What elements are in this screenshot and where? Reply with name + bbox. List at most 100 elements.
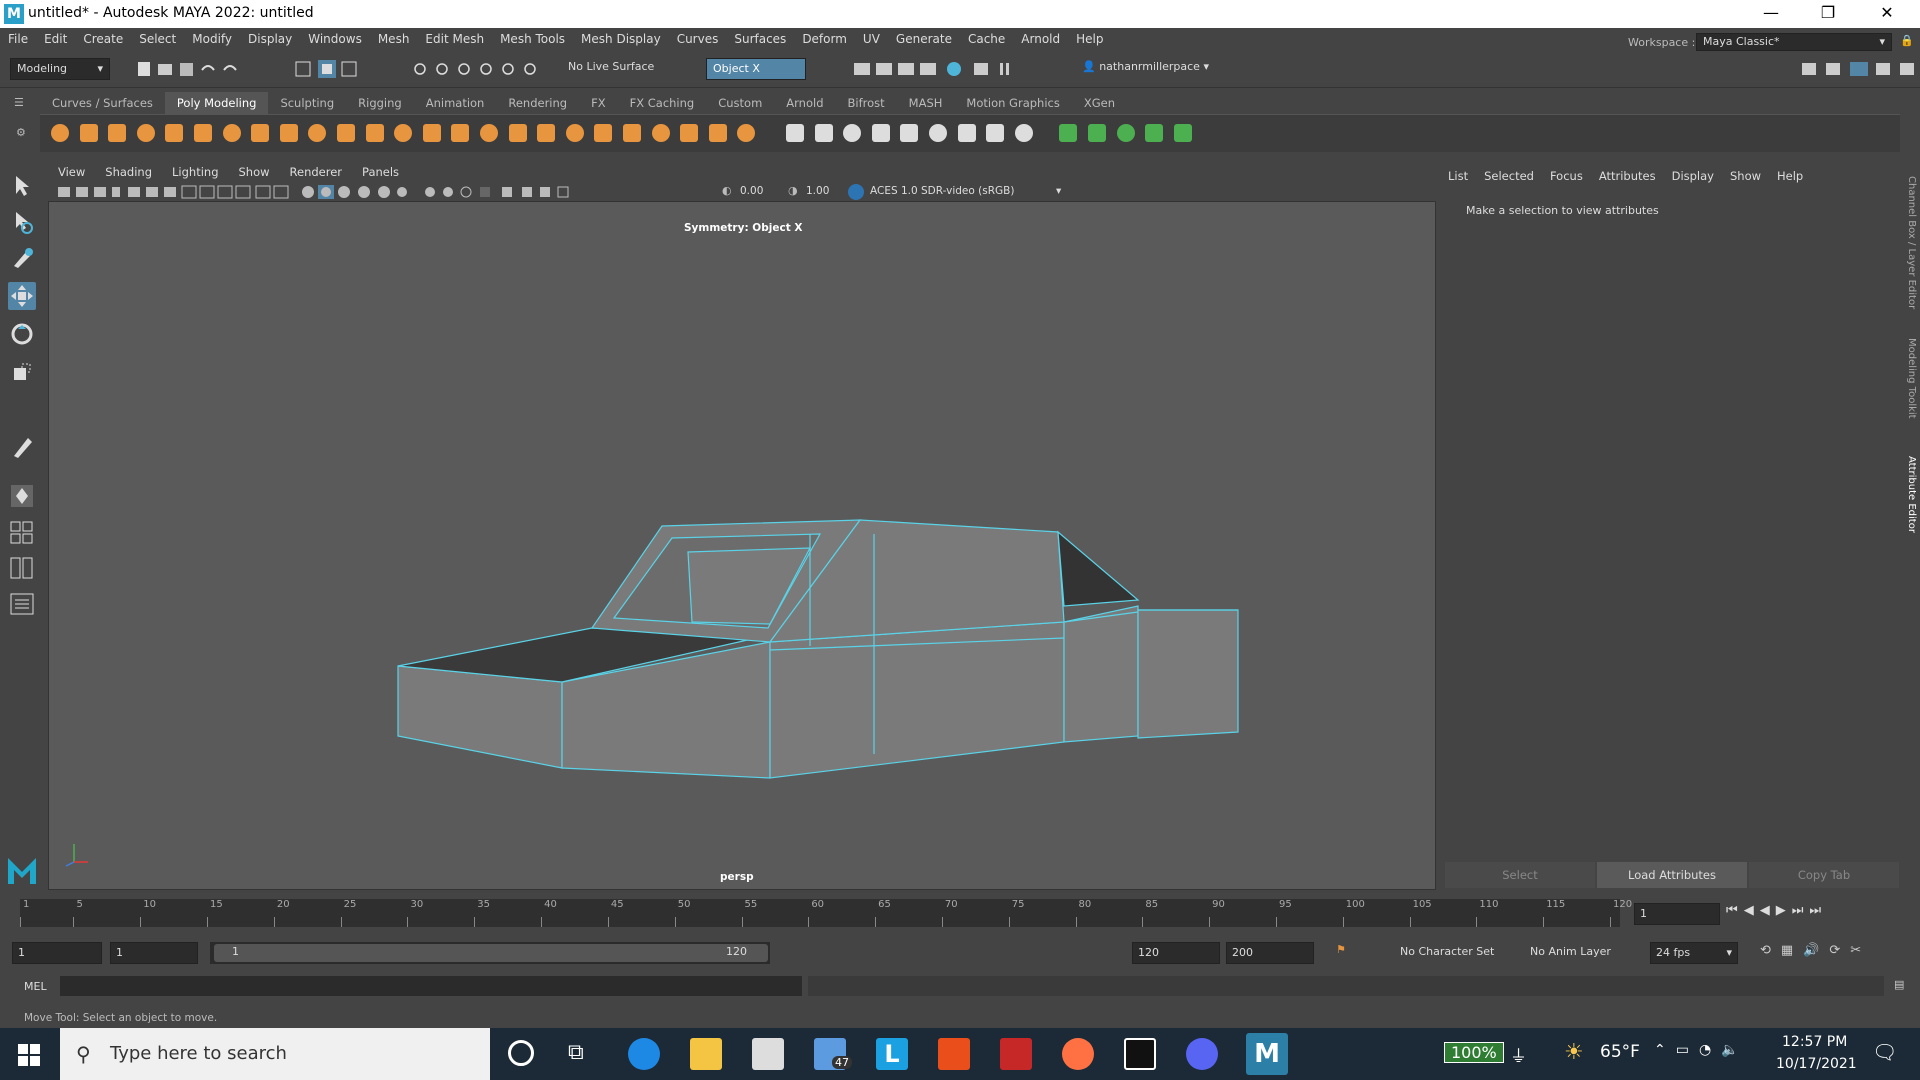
paint-select-tool-icon[interactable] <box>8 244 36 272</box>
cube-icon[interactable] <box>77 121 101 145</box>
attr-menu-show[interactable]: Show <box>1722 169 1769 183</box>
cylinder-icon[interactable] <box>105 121 129 145</box>
viewport-menu-renderer[interactable]: Renderer <box>280 165 353 179</box>
mesh-rear-side[interactable] <box>1063 605 1139 743</box>
fps-dropdown[interactable]: 24 fps ▾ <box>1650 942 1738 964</box>
weather-icon[interactable]: ☀ <box>1564 1040 1584 1065</box>
unity-icon[interactable] <box>1124 1038 1156 1070</box>
attr-menu-focus[interactable]: Focus <box>1542 169 1591 183</box>
shelf-tab-poly-modeling[interactable]: Poly Modeling <box>164 92 269 114</box>
uv-unfold-icon[interactable] <box>1085 121 1109 145</box>
cone-icon[interactable] <box>134 121 158 145</box>
last-tool-icon[interactable] <box>8 432 36 460</box>
pipe-icon[interactable] <box>363 121 387 145</box>
range-bar[interactable]: 1 120 <box>210 942 770 964</box>
playback-end-field[interactable]: 120 <box>1132 942 1220 964</box>
snap-tools-group[interactable] <box>412 60 562 78</box>
superellipse-icon[interactable] <box>277 121 301 145</box>
modeling-toolkit-tab[interactable]: Modeling Toolkit <box>1906 338 1917 419</box>
character-set-dropdown[interactable]: No Character Set <box>1400 945 1494 958</box>
taskbar-search[interactable]: ⚲ Type here to search <box>60 1028 490 1080</box>
gear-icon[interactable] <box>391 121 415 145</box>
mcafee-icon[interactable] <box>1000 1038 1032 1070</box>
windows-start-icon[interactable] <box>18 1044 40 1066</box>
viewport-menu-panels[interactable]: Panels <box>352 165 409 179</box>
exposure-icon[interactable]: ◐ <box>722 184 732 197</box>
lightshot-icon[interactable]: L <box>876 1038 908 1070</box>
clock-date[interactable]: 10/17/2021 <box>1776 1056 1857 1072</box>
shelf-menu-icon[interactable]: ☰ <box>14 96 24 109</box>
plane-icon[interactable] <box>191 121 215 145</box>
selection-mask-group[interactable] <box>294 58 364 80</box>
circularize-icon[interactable] <box>983 121 1007 145</box>
helix-icon[interactable] <box>420 121 444 145</box>
auto-key-icon[interactable]: ⚑ <box>1336 943 1346 956</box>
mail-icon[interactable]: 47 <box>814 1038 852 1070</box>
viewport-menu-view[interactable]: View <box>48 165 95 179</box>
viewport-tool-icons[interactable] <box>58 184 698 200</box>
viewport-menu-show[interactable]: Show <box>229 165 280 179</box>
shelf-tab-custom[interactable]: Custom <box>706 92 774 114</box>
maya-home-icon[interactable] <box>4 852 40 888</box>
shelf-tab-motion-graphics[interactable]: Motion Graphics <box>954 92 1071 114</box>
menu-mesh[interactable]: Mesh <box>370 32 418 46</box>
task-view-icon[interactable]: ⧉ <box>568 1040 584 1065</box>
menu-file[interactable]: File <box>0 32 36 46</box>
menu-create[interactable]: Create <box>75 32 131 46</box>
menu-display[interactable]: Display <box>240 32 300 46</box>
rotate-tool-icon[interactable] <box>8 320 36 348</box>
scale-tool-icon[interactable] <box>8 358 36 386</box>
mirror-icon[interactable] <box>591 121 615 145</box>
minimize-icon[interactable]: — <box>1756 3 1786 22</box>
file-explorer-icon[interactable] <box>690 1038 722 1070</box>
workspace-dropdown[interactable]: Maya Classic* ▾ <box>1696 33 1892 51</box>
animation-start-field[interactable]: 1 <box>12 942 102 964</box>
move-tool-icon[interactable] <box>8 282 36 310</box>
power-plug-icon[interactable]: ⏚ <box>1510 1042 1527 1067</box>
menu-modify[interactable]: Modify <box>184 32 240 46</box>
store-icon[interactable] <box>752 1038 784 1070</box>
shelf-tab-mash[interactable]: MASH <box>897 92 955 114</box>
shelf-tab-arnold[interactable]: Arnold <box>774 92 835 114</box>
uv-auto-icon[interactable] <box>1171 121 1195 145</box>
menu-mesh-tools[interactable]: Mesh Tools <box>492 32 573 46</box>
bridge-icon[interactable] <box>649 121 673 145</box>
menu-deform[interactable]: Deform <box>794 32 855 46</box>
layout-two-pane-icon[interactable] <box>8 554 36 582</box>
system-tray-icons[interactable]: ⌃▭◔🔈 <box>1654 1042 1749 1058</box>
menu-help[interactable]: Help <box>1068 32 1111 46</box>
render-tools-group[interactable] <box>852 60 1052 78</box>
disc-icon[interactable] <box>220 121 244 145</box>
weather-temp[interactable]: 65°F <box>1600 1042 1640 1062</box>
gamma-icon[interactable]: ◑ <box>788 184 798 197</box>
shelf-tab-rigging[interactable]: Rigging <box>346 92 414 114</box>
attr-menu-display[interactable]: Display <box>1664 169 1722 183</box>
attr-menu-help[interactable]: Help <box>1769 169 1811 183</box>
menu-edit[interactable]: Edit <box>36 32 75 46</box>
notifications-icon[interactable]: 🗨 <box>1872 1040 1897 1064</box>
command-input[interactable] <box>60 976 802 996</box>
append-icon[interactable] <box>734 121 758 145</box>
mesh-trunk-face[interactable] <box>1137 609 1239 739</box>
discord-icon[interactable] <box>1186 1038 1218 1070</box>
boolean-icon[interactable] <box>534 121 558 145</box>
playback-controls[interactable]: ⏮◀◀▶⏭⏭ <box>1726 903 1916 918</box>
insert-edge-loop-icon[interactable] <box>869 121 893 145</box>
attr-menu-list[interactable]: List <box>1440 169 1476 183</box>
script-language-label[interactable]: MEL <box>24 980 47 993</box>
uv-editor-icon[interactable] <box>1114 121 1138 145</box>
select-tool-icon[interactable] <box>8 172 36 200</box>
symmetry-dropdown[interactable]: Object X <box>706 58 806 80</box>
user-account[interactable]: 👤 nathanrmillerpace ▾ <box>1082 60 1209 73</box>
smooth-icon[interactable] <box>563 121 587 145</box>
animation-end-field[interactable]: 200 <box>1226 942 1314 964</box>
collapse-icon[interactable] <box>1012 121 1036 145</box>
merge-icon[interactable] <box>783 121 807 145</box>
menu-curves[interactable]: Curves <box>669 32 727 46</box>
soccer-ball-icon[interactable] <box>248 121 272 145</box>
exposure-value[interactable]: 0.00 <box>740 185 763 197</box>
shelf-tab-fx[interactable]: FX <box>579 92 618 114</box>
menu-mesh-display[interactable]: Mesh Display <box>573 32 669 46</box>
shelf-tab-curves-surfaces[interactable]: Curves / Surfaces <box>40 92 165 114</box>
anim-layer-dropdown[interactable]: No Anim Layer <box>1530 945 1611 958</box>
